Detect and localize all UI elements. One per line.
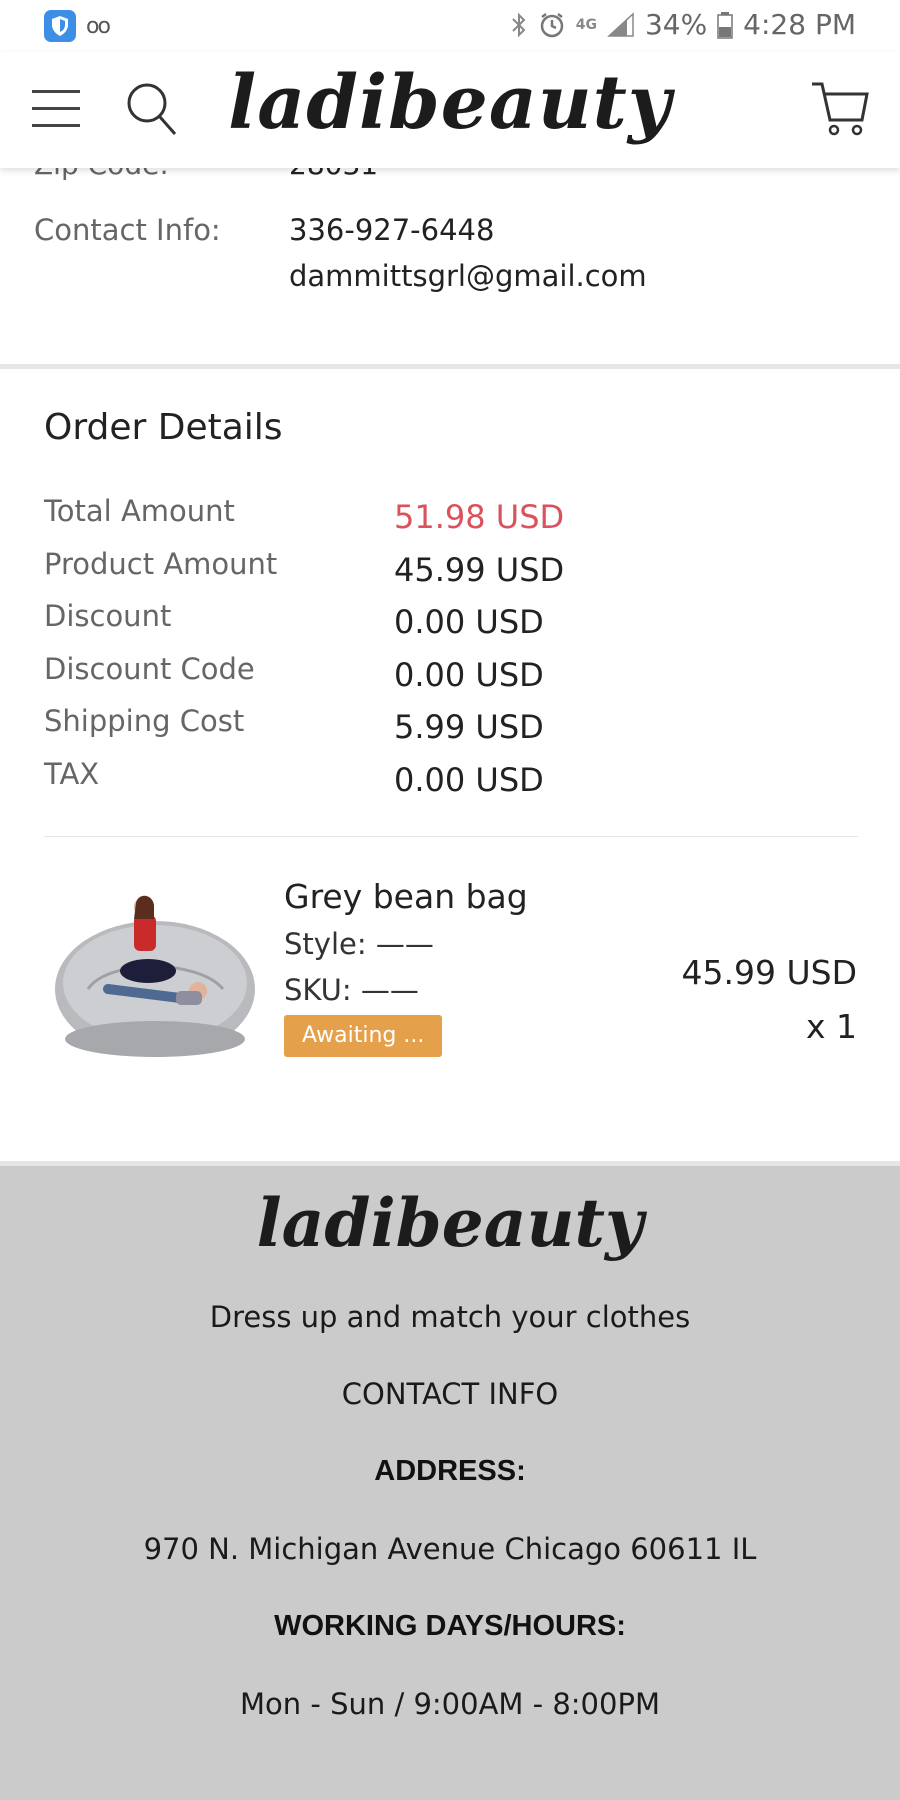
summary-value: 5.99 USD	[394, 708, 544, 746]
footer-address: 970 N. Michigan Avenue Chicago 60611 IL	[143, 1532, 757, 1566]
signal-icon	[607, 11, 634, 37]
order-details-section: Order Details Total Amount 51.98 USD Pro…	[0, 369, 900, 1161]
summary-label: Product Amount	[44, 547, 278, 581]
bluetooth-icon	[511, 12, 526, 37]
summary-value: 0.00 USD	[394, 656, 544, 694]
zip-code-row: Zip Code: 28031	[34, 168, 378, 181]
clock-time: 4:28 PM	[743, 8, 856, 41]
footer-tagline: Dress up and match your clothes	[209, 1300, 691, 1334]
network-type: 4G	[575, 16, 597, 33]
footer-hours: Mon - Sun / 9:00AM - 8:00PM	[240, 1687, 660, 1721]
hours-heading: WORKING DAYS/HOURS:	[274, 1610, 626, 1642]
site-footer: ladibeauty Dress up and match your cloth…	[0, 1161, 900, 1800]
security-app-icon	[44, 10, 76, 42]
product-amount-row: Product Amount 45.99 USD	[44, 547, 844, 589]
product-name[interactable]: Grey bean bag	[284, 877, 528, 916]
contact-info-heading: CONTACT INFO	[341, 1377, 559, 1411]
shipping-address-section: Zip Code: 28031 Contact Info: 336-927-64…	[0, 168, 900, 364]
shipping-cost-row: Shipping Cost 5.99 USD	[44, 704, 844, 746]
summary-value: 0.00 USD	[394, 761, 544, 799]
contact-phone: 336-927-6448	[289, 213, 495, 247]
summary-label: Shipping Cost	[44, 704, 245, 738]
voicemail-icon: oo	[86, 13, 111, 39]
product-thumbnail[interactable]	[48, 879, 262, 1064]
product-sku: SKU: ——	[284, 973, 419, 1007]
status-left: oo	[44, 10, 111, 42]
total-amount-row: Total Amount 51.98 USD	[44, 494, 844, 536]
zip-code-value: 28031	[289, 168, 378, 181]
status-right: 4G 34% 4:28 PM	[510, 8, 856, 41]
summary-label: Discount	[44, 599, 172, 633]
status-bar: oo 4G 34% 4:28 PM	[0, 0, 900, 52]
product-price: 45.99 USD	[681, 953, 857, 992]
total-amount-value: 51.98 USD	[394, 498, 565, 536]
app-header: ladibeauty	[0, 52, 900, 168]
address-heading: ADDRESS:	[374, 1455, 526, 1487]
brand-logo[interactable]: ladibeauty	[0, 60, 900, 146]
order-divider	[44, 836, 858, 837]
summary-value: 0.00 USD	[394, 603, 544, 641]
summary-value: 45.99 USD	[394, 551, 565, 589]
contact-email: dammittsgrl@gmail.com	[289, 259, 647, 293]
contact-info-label: Contact Info:	[34, 213, 221, 247]
summary-label: Discount Code	[44, 652, 255, 686]
battery-percent: 34%	[644, 8, 708, 41]
product-style: Style: ——	[284, 927, 434, 961]
alarm-icon	[540, 12, 563, 37]
discount-code-row: Discount Code 0.00 USD	[44, 652, 844, 694]
battery-icon	[717, 11, 733, 39]
cart-icon[interactable]	[810, 80, 870, 136]
summary-label: TAX	[44, 757, 100, 791]
order-details-title: Order Details	[44, 407, 283, 448]
tax-row: TAX 0.00 USD	[44, 757, 844, 799]
zip-code-label: Zip Code:	[34, 168, 169, 181]
discount-row: Discount 0.00 USD	[44, 599, 844, 641]
product-quantity: x 1	[805, 1007, 857, 1046]
order-status-badge: Awaiting ...	[284, 1015, 443, 1057]
footer-logo: ladibeauty	[256, 1184, 644, 1262]
summary-label: Total Amount	[44, 494, 235, 528]
